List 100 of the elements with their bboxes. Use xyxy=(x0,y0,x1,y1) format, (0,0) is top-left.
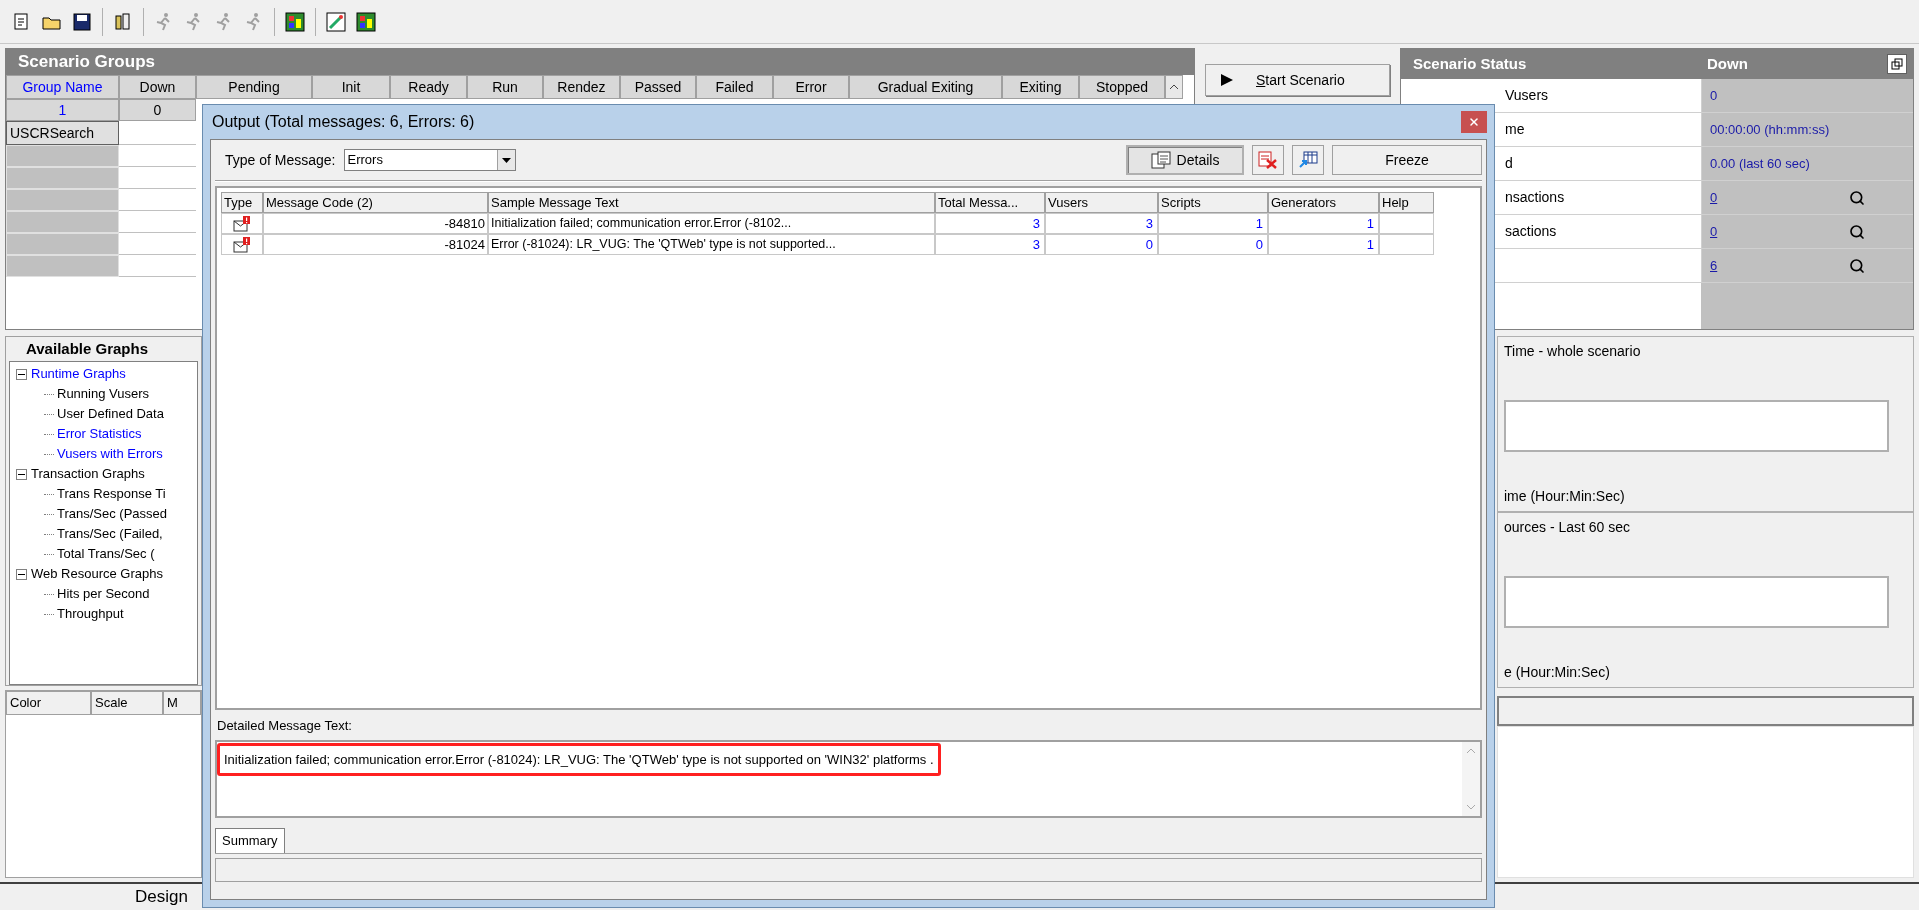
column-header[interactable]: Exiting xyxy=(1002,75,1079,99)
tree-item[interactable]: Trans/Sec (Failed, xyxy=(57,524,163,544)
tree-item[interactable]: Trans/Sec (Passed xyxy=(57,504,168,524)
document-list-icon xyxy=(1150,151,1171,169)
column-header[interactable]: Error xyxy=(773,75,849,99)
column-header[interactable]: Run xyxy=(467,75,543,99)
tree-item[interactable]: Hits per Second xyxy=(57,584,150,604)
column-header[interactable]: Type xyxy=(221,192,263,213)
tree-item[interactable]: Running Vusers xyxy=(57,384,149,404)
graph-title: Time - whole scenario xyxy=(1504,342,1642,361)
status-value: 0.00 (last 60 sec) xyxy=(1710,154,1810,173)
close-button[interactable] xyxy=(1461,111,1487,133)
delete-list-icon xyxy=(1258,151,1278,169)
column-header[interactable]: Stopped xyxy=(1079,75,1165,99)
tree-item[interactable]: Transaction Graphs xyxy=(31,464,145,484)
column-header[interactable]: Help xyxy=(1379,192,1434,213)
panel-title: Scenario Groups xyxy=(6,49,1194,75)
tree-item[interactable]: Vusers with Errors xyxy=(57,444,163,464)
column-header[interactable]: Rendez xyxy=(543,75,620,99)
column-header[interactable]: Ready xyxy=(390,75,467,99)
column-header[interactable]: Down xyxy=(119,75,196,99)
status-bar-tab[interactable]: Design xyxy=(135,884,188,910)
status-label: nsactions xyxy=(1505,188,1565,207)
axis-label: ime (Hour:Min:Sec) xyxy=(1504,487,1626,506)
status-value-link[interactable]: 6 xyxy=(1710,255,1718,276)
tree-item[interactable]: Throughput xyxy=(57,604,124,624)
column-header[interactable]: Vusers xyxy=(1045,192,1158,213)
details-button[interactable]: Details xyxy=(1126,145,1244,175)
tree-item[interactable]: Trans Response Ti xyxy=(57,484,166,504)
table-cell: 3 xyxy=(1045,213,1158,234)
collapse-toggle[interactable] xyxy=(16,568,27,580)
column-header[interactable]: Message Code (2) xyxy=(263,192,488,213)
table-cell: 1 xyxy=(1268,234,1379,255)
total-cell: 1 xyxy=(6,99,119,121)
column-header[interactable]: Init xyxy=(312,75,390,99)
total-cell: 0 xyxy=(119,99,196,121)
freeze-button[interactable]: Freeze xyxy=(1332,145,1482,175)
empty-cell xyxy=(1379,213,1434,234)
chevron-up-icon xyxy=(1466,747,1476,754)
export-button[interactable] xyxy=(1292,145,1324,175)
start-scenario-button[interactable]: Start Scenario xyxy=(1205,64,1390,96)
search-icon[interactable] xyxy=(1849,189,1865,206)
table-cell: Initialization failed; communication error.Error (-8102... xyxy=(488,213,935,234)
table-arrow-icon xyxy=(1298,151,1318,169)
tree-item[interactable]: Web Resource Graphs xyxy=(31,564,163,584)
column-header[interactable]: Gradual Exiting xyxy=(849,75,1002,99)
column-header[interactable]: Scale xyxy=(91,691,163,715)
status-value: 0 xyxy=(1710,86,1718,105)
table-cell: 3 xyxy=(935,234,1045,255)
error-envelope-icon xyxy=(233,215,251,232)
axis-label: e (Hour:Min:Sec) xyxy=(1504,663,1611,682)
collapse-toggle[interactable] xyxy=(16,468,27,480)
column-header[interactable]: Passed xyxy=(620,75,696,99)
column-header[interactable]: Sample Message Text xyxy=(488,192,935,213)
group-name-cell[interactable]: USCRSearch xyxy=(6,121,119,145)
table-cell: 0 xyxy=(1158,234,1268,255)
dropdown-arrow-icon xyxy=(501,157,511,163)
column-header[interactable]: Generators xyxy=(1268,192,1379,213)
tab[interactable]: Summary xyxy=(215,827,285,853)
tree-item[interactable]: Runtime Graphs xyxy=(31,364,126,384)
graph-title: ources - Last 60 sec xyxy=(1504,518,1632,537)
tree-item[interactable]: Total Trans/Sec ( xyxy=(57,544,155,564)
close-icon xyxy=(1468,116,1480,128)
column-header[interactable]: Group Name xyxy=(6,75,119,99)
status-label: me xyxy=(1505,120,1525,139)
restore-window-button[interactable] xyxy=(1887,54,1907,74)
table-cell: 3 xyxy=(935,213,1045,234)
table-cell: 1 xyxy=(1158,213,1268,234)
detail-text-area[interactable]: Initialization failed; communication error.Error (-81024): LR_VUG: The 'QTWeb' type is not supported on 'WIN32' platforms . xyxy=(215,739,1482,818)
column-header[interactable]: Pending xyxy=(196,75,312,99)
restore-window-icon xyxy=(1891,58,1903,70)
panel-title: Available Graphs xyxy=(25,338,149,359)
column-header[interactable]: Total Messa... xyxy=(935,192,1045,213)
chevron-down-icon xyxy=(1466,803,1476,810)
column-header[interactable]: Scripts xyxy=(1158,192,1268,213)
table-cell: 0 xyxy=(1045,234,1158,255)
status-label: Vusers xyxy=(1505,86,1549,105)
message-type-dropdown[interactable]: Errors xyxy=(343,149,516,171)
empty-cell xyxy=(1379,234,1434,255)
tree-item[interactable]: Error Statistics xyxy=(57,424,142,444)
column-header[interactable]: Color xyxy=(6,691,91,715)
status-value-link[interactable]: 0 xyxy=(1710,187,1718,208)
tree-item[interactable]: User Defined Data xyxy=(57,404,164,424)
search-icon[interactable] xyxy=(1849,257,1865,274)
table-cell: -84810 xyxy=(263,213,488,234)
play-icon xyxy=(1220,73,1234,87)
field-label: Type of Message: xyxy=(225,150,336,170)
column-header[interactable]: M xyxy=(163,691,201,715)
chart-icon xyxy=(325,10,347,33)
window-title: Output (Total messages: 6, Errors: 6) xyxy=(212,112,475,132)
column-header[interactable]: Failed xyxy=(696,75,773,99)
grid-icon xyxy=(355,10,377,33)
table-cell: 1 xyxy=(1268,213,1379,234)
status-value-link[interactable]: 0 xyxy=(1710,221,1718,242)
collapse-toggle[interactable] xyxy=(16,368,27,380)
table-cell: Error (-81024): LR_VUG: The 'QTWeb' type is not supported... xyxy=(488,234,935,255)
search-icon[interactable] xyxy=(1849,223,1865,240)
clear-button[interactable] xyxy=(1252,145,1284,175)
field-label: Detailed Message Text: xyxy=(216,717,353,735)
chevron-up-icon xyxy=(1169,84,1179,90)
